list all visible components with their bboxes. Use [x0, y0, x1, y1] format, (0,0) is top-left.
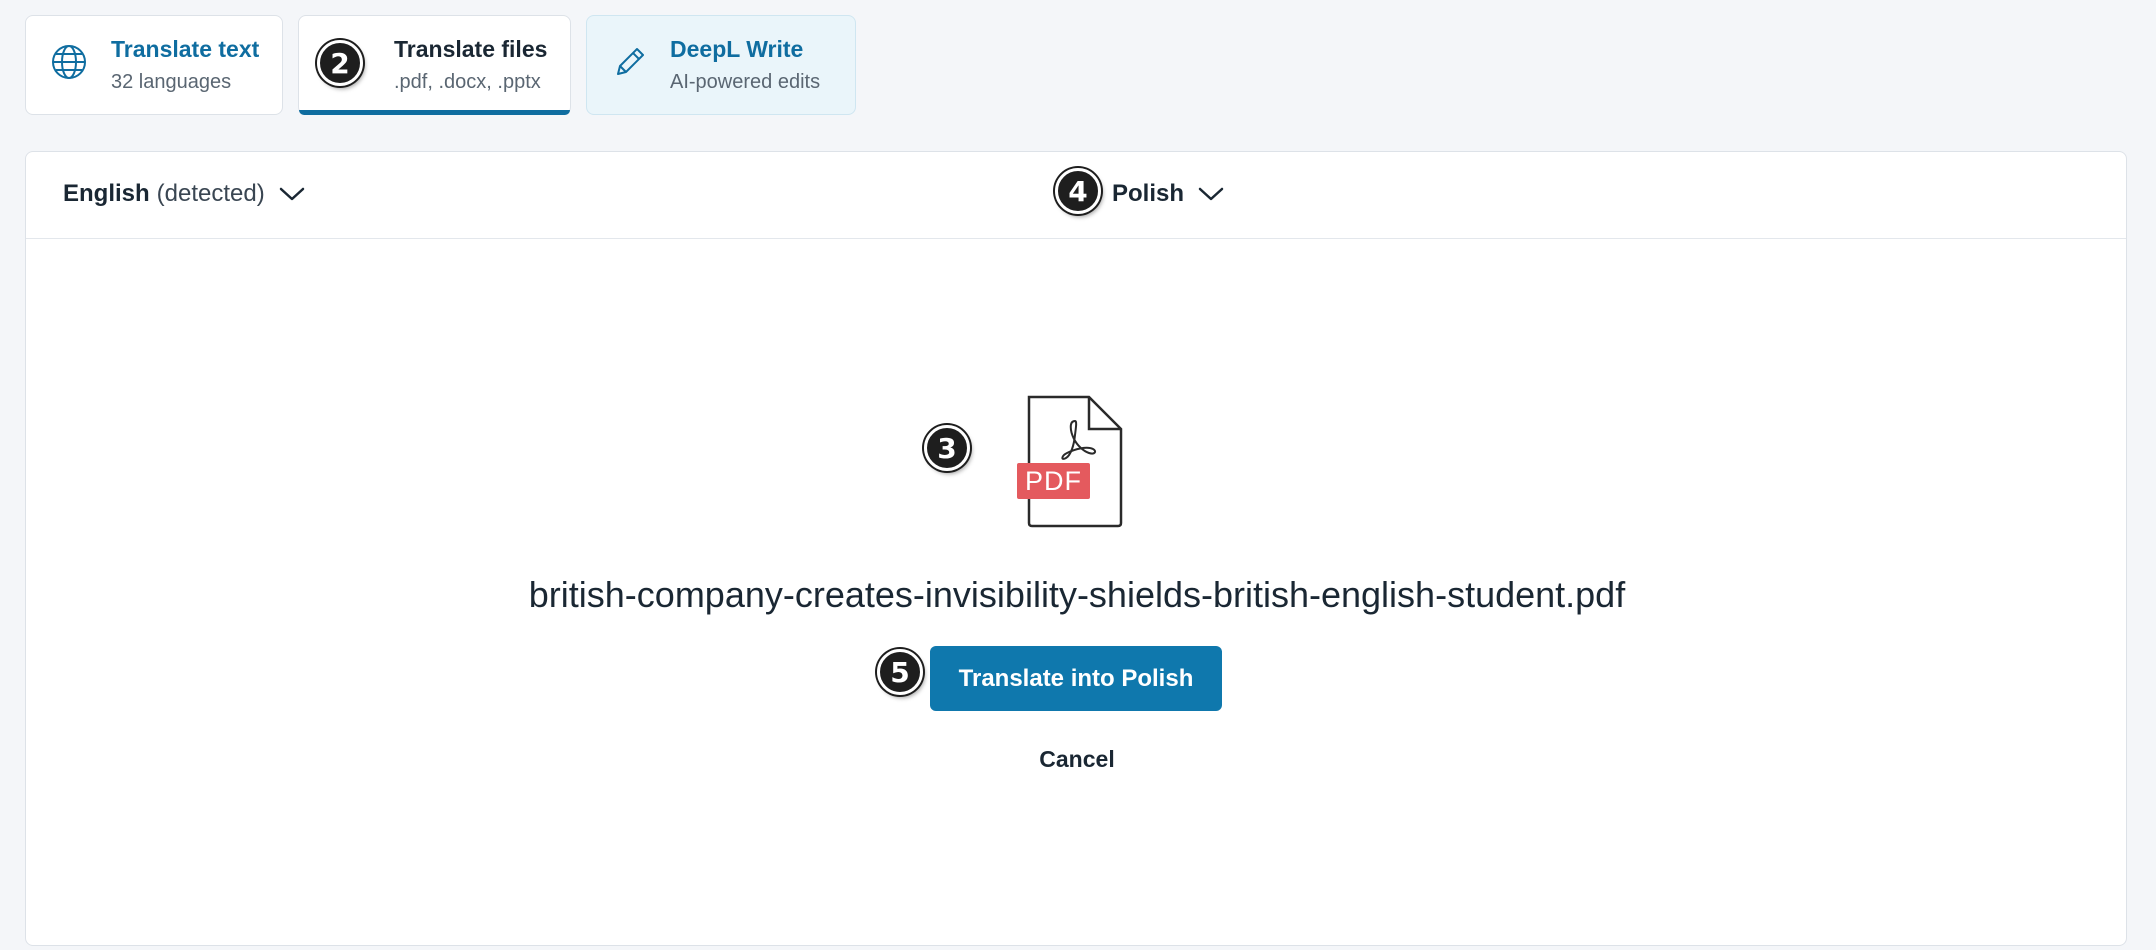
pdf-file-icon: PDF [1017, 395, 1127, 535]
tab-title: Translate text [111, 36, 260, 62]
tab-translate-text[interactable]: Translate text 32 languages [25, 15, 283, 115]
detected-label: (detected) [156, 180, 265, 207]
translate-button[interactable]: Translate into Polish [930, 646, 1222, 711]
step-marker-5: 5 [877, 649, 923, 695]
source-language-label: English [63, 180, 150, 207]
tab-title: Translate files [394, 36, 548, 62]
tab-title: DeepL Write [670, 36, 804, 62]
tab-translate-files[interactable]: 2 Translate files .pdf, .docx, .pptx [298, 15, 571, 115]
chevron-down-icon [1198, 186, 1224, 202]
tab-subtitle: AI-powered edits [670, 71, 821, 93]
pencil-icon [609, 41, 651, 83]
tab-subtitle: .pdf, .docx, .pptx [394, 71, 541, 93]
tab-deepl-write[interactable]: DeepL Write AI-powered edits [586, 15, 856, 115]
globe-icon [48, 41, 90, 83]
target-language-label: Polish [1112, 180, 1185, 207]
source-language-select[interactable]: English (detected) [63, 180, 305, 208]
file-name: british-company-creates-invisibility-shi… [528, 574, 1626, 615]
chevron-down-icon [279, 186, 305, 202]
step-marker-3: 3 [924, 425, 970, 471]
language-bar: English (detected) 4 Polish [26, 152, 2126, 239]
step-marker-2: 2 [317, 40, 363, 86]
cancel-button[interactable]: Cancel [26, 746, 2126, 773]
tab-subtitle: 32 languages [111, 71, 232, 93]
step-marker-4: 4 [1055, 168, 1101, 214]
pdf-badge: PDF [1017, 463, 1090, 499]
cancel-label: Cancel [1039, 746, 1115, 772]
active-tab-indicator [299, 110, 570, 115]
mode-tabs: Translate text 32 languages 2 Translate … [25, 15, 856, 115]
target-language-select[interactable]: Polish [1112, 180, 1224, 208]
file-translation-panel: English (detected) 4 Polish 3 PDF britis… [25, 151, 2127, 946]
